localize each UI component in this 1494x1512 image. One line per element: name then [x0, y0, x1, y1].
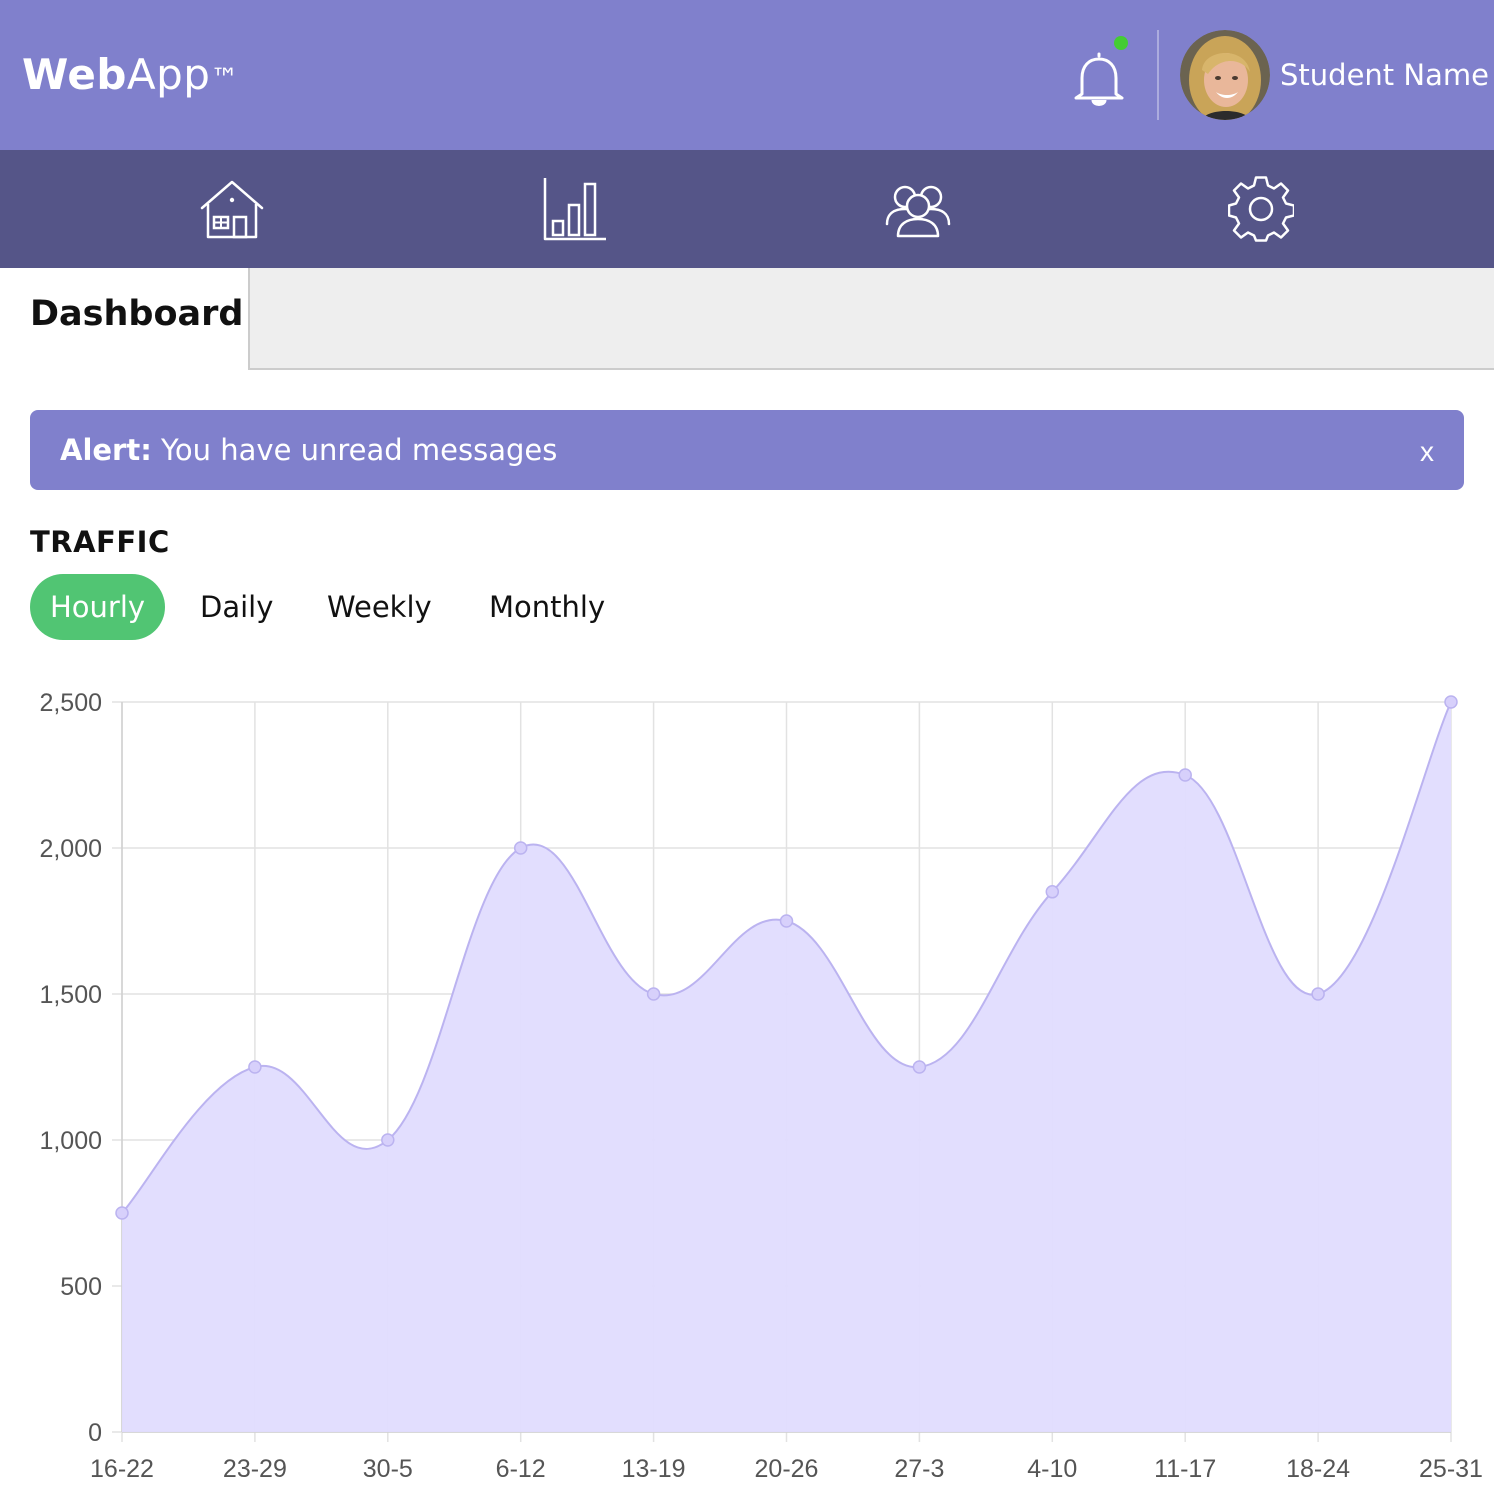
y-tick-label: 1,000 [39, 1127, 102, 1155]
x-tick-label: 11-17 [1154, 1455, 1216, 1483]
y-tick-label: 1,500 [39, 981, 102, 1009]
alert-message: You have unread messages [161, 433, 558, 467]
nav-item-home[interactable] [177, 150, 287, 268]
app-header: WebApp™ Student Name [0, 0, 1494, 150]
x-tick-label: 6-12 [496, 1455, 546, 1483]
y-tick-label: 2,000 [39, 835, 102, 863]
y-tick-label: 2,500 [39, 689, 102, 717]
data-point[interactable] [779, 914, 794, 928]
data-point[interactable] [646, 987, 661, 1001]
bar-chart-icon [543, 178, 606, 241]
nav-item-settings[interactable] [1206, 150, 1316, 268]
title-tab: Dashboard [0, 268, 250, 370]
app-logo[interactable]: WebApp™ [22, 50, 239, 100]
alert-label: Alert: [60, 433, 152, 467]
user-name[interactable]: Student Name [1280, 55, 1489, 95]
logo-trademark: ™ [210, 62, 239, 95]
x-tick-label: 13-19 [622, 1455, 686, 1483]
data-point[interactable] [513, 841, 528, 855]
data-point[interactable] [912, 1060, 927, 1074]
tab-monthly[interactable]: Monthly [469, 574, 625, 640]
tab-daily[interactable]: Daily [180, 574, 293, 640]
x-tick-label: 23-29 [223, 1455, 287, 1483]
alert-text: Alert: You have unread messages [60, 430, 557, 470]
x-tick-label: 16-22 [90, 1455, 154, 1483]
header-divider [1157, 30, 1159, 120]
page-title-bar: Dashboard [0, 268, 1494, 370]
x-tick-label: 20-26 [755, 1455, 819, 1483]
notification-bell-icon[interactable] [1070, 50, 1128, 110]
x-tick-label: 27-3 [894, 1455, 944, 1483]
notification-dot [1114, 36, 1128, 50]
data-point[interactable] [1178, 768, 1192, 782]
user-avatar[interactable] [1180, 30, 1270, 120]
traffic-heading: TRAFFIC [30, 525, 170, 559]
x-tick-label: 4-10 [1027, 1455, 1077, 1483]
data-point[interactable] [248, 1060, 262, 1074]
data-point[interactable] [1444, 695, 1458, 709]
tab-weekly[interactable]: Weekly [307, 574, 452, 640]
users-icon [885, 185, 951, 238]
gear-icon [1228, 176, 1294, 242]
y-tick-label: 500 [60, 1273, 102, 1301]
home-icon [200, 180, 264, 239]
alert-banner: Alert: You have unread messages x [30, 410, 1464, 490]
page-title: Dashboard [30, 294, 244, 334]
traffic-chart: 0 500 1,000 1,500 2,000 2,500 16-22 23-29 30-5 6-… [39, 689, 1483, 1483]
data-point[interactable] [381, 1133, 395, 1147]
alert-close-button[interactable]: x [1420, 432, 1434, 472]
tab-hourly[interactable]: Hourly [30, 574, 166, 640]
x-tick-label: 30-5 [363, 1455, 413, 1483]
nav-item-reports[interactable] [520, 150, 630, 268]
logo-light-text: App [126, 50, 211, 99]
x-tick-label: 18-24 [1286, 1455, 1350, 1483]
data-point[interactable] [1045, 885, 1060, 899]
logo-bold-text: Web [22, 50, 127, 99]
y-tick-label: 0 [88, 1419, 102, 1447]
data-point[interactable] [115, 1206, 129, 1220]
x-tick-label: 25-31 [1419, 1455, 1483, 1483]
main-nav [0, 150, 1494, 268]
nav-item-users[interactable] [863, 150, 973, 268]
data-point[interactable] [1311, 987, 1325, 1001]
